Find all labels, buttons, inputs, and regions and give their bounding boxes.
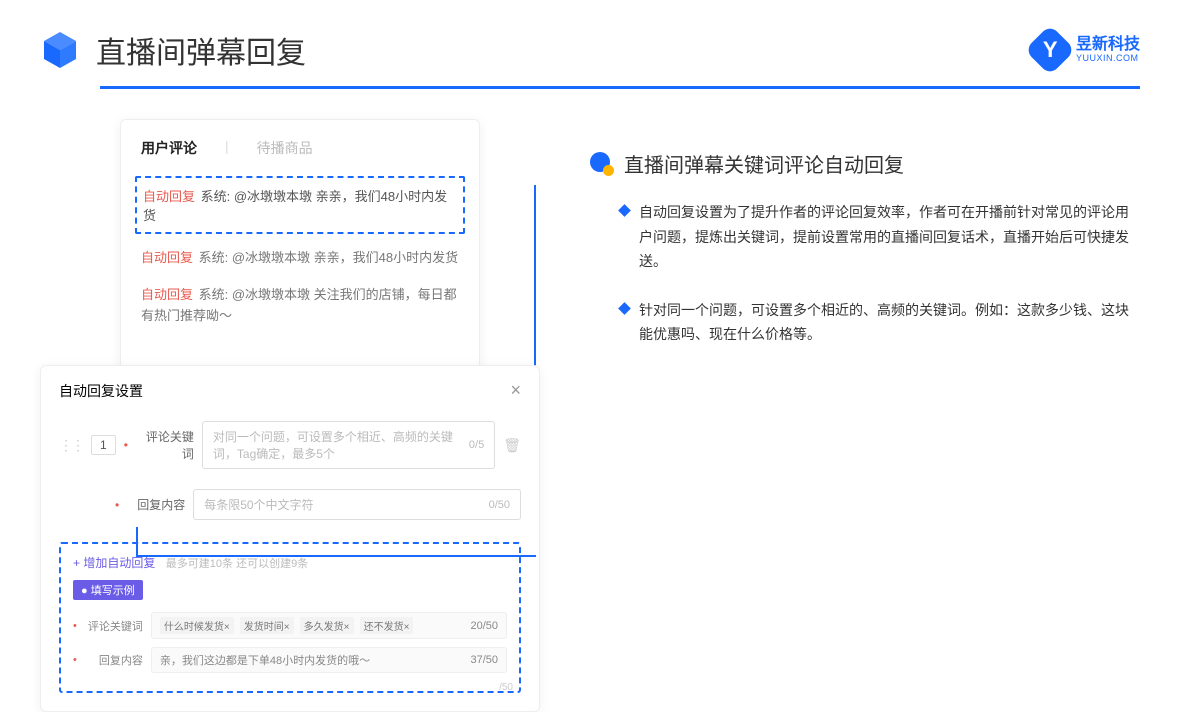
example-keyword-count: 20/50: [470, 620, 498, 632]
content-area: 用户评论 | 待播商品 自动回复 系统: @冰墩墩本墩 亲亲，我们48小时内发货…: [0, 89, 1180, 712]
content-placeholder: 每条限50个中文字符: [204, 496, 313, 513]
close-icon[interactable]: ×: [510, 380, 521, 401]
comment-row: 自动回复 系统: @冰墩墩本墩 亲亲，我们48小时内发货: [121, 240, 479, 277]
tag: 什么时候发货×: [160, 617, 234, 634]
keyword-row: ⋮⋮ 1 • 评论关键词 对同一个问题，可设置多个相近、高频的关键词，Tag确定…: [59, 411, 521, 479]
tab-user-comments[interactable]: 用户评论: [141, 138, 197, 158]
left-column: 用户评论 | 待播商品 自动回复 系统: @冰墩墩本墩 亲亲，我们48小时内发货…: [40, 119, 550, 712]
section-title-row: 直播间弹幕关键词评论自动回复: [590, 149, 1140, 178]
keyword-placeholder: 对同一个问题，可设置多个相近、高频的关键词，Tag确定，最多5个: [213, 428, 469, 462]
tag: 还不发货×: [360, 617, 414, 634]
example-badge: ● 填写示例: [73, 580, 143, 600]
required-icon: •: [115, 498, 119, 512]
required-icon: •: [124, 438, 128, 452]
highlighted-reply: 自动回复 系统: @冰墩墩本墩 亲亲，我们48小时内发货: [135, 176, 465, 234]
add-note: 最多可建10条 还可以创建9条: [166, 558, 308, 570]
settings-header: 自动回复设置 ×: [59, 380, 521, 411]
add-auto-reply-link[interactable]: + 增加自动回复: [73, 556, 155, 570]
auto-reply-label: 自动回复: [141, 250, 193, 265]
add-auto-reply-row: + 增加自动回复 最多可建10条 还可以创建9条: [73, 554, 507, 572]
cube-icon: [40, 30, 80, 70]
example-content-value: 亲，我们这边都是下单48小时内发货的哦～: [160, 652, 370, 668]
example-content-count: 37/50: [470, 654, 498, 666]
diamond-icon: [618, 204, 631, 217]
comment-panel: 用户评论 | 待播商品 自动回复 系统: @冰墩墩本墩 亲亲，我们48小时内发货…: [120, 119, 480, 375]
keyword-label: 评论关键词: [136, 428, 194, 462]
settings-title: 自动回复设置: [59, 381, 143, 401]
auto-reply-label: 自动回复: [143, 189, 195, 204]
example-content-input: 亲，我们这边都是下单48小时内发货的哦～ 37/50: [151, 647, 507, 673]
example-keyword-row: • 评论关键词 什么时候发货× 发货时间× 多久发货× 还不发货× 20/50: [73, 608, 507, 643]
bullet-item: 自动回复设置为了提升作者的评论回复效率，作者可在开播前针对常见的评论用户问题，提…: [590, 200, 1140, 274]
example-content-row: • 回复内容 亲，我们这边都是下单48小时内发货的哦～ 37/50: [73, 643, 507, 677]
header-left: 直播间弹幕回复: [40, 28, 306, 72]
content-count: 0/50: [489, 499, 510, 511]
logo-text: 昱新科技 YUUXIN.COM: [1076, 36, 1140, 63]
page-header: 直播间弹幕回复 Y 昱新科技 YUUXIN.COM: [0, 0, 1180, 72]
example-keyword-label: 评论关键词: [85, 618, 143, 634]
tab-separator: |: [225, 138, 229, 158]
right-column: 直播间弹幕关键词评论自动回复 自动回复设置为了提升作者的评论回复效率，作者可在开…: [590, 119, 1140, 712]
required-icon: •: [73, 654, 77, 666]
comment-text: 系统: @冰墩墩本墩 亲亲，我们48小时内发货: [199, 250, 459, 265]
comment-tabs: 用户评论 | 待播商品: [121, 138, 479, 170]
drag-handle-icon[interactable]: ⋮⋮: [59, 437, 83, 454]
diamond-icon: [618, 302, 631, 315]
example-section: + 增加自动回复 最多可建10条 还可以创建9条 ● 填写示例 • 评论关键词 …: [59, 542, 521, 693]
brand-logo: Y 昱新科技 YUUXIN.COM: [1032, 32, 1140, 68]
keyword-input[interactable]: 对同一个问题，可设置多个相近、高频的关键词，Tag确定，最多5个 0/5: [202, 421, 495, 469]
section-heading: 直播间弹幕关键词评论自动回复: [624, 149, 904, 178]
content-row: • 回复内容 每条限50个中文字符 0/50: [59, 479, 521, 530]
auto-reply-label: 自动回复: [141, 287, 193, 302]
footer-count: /50: [499, 682, 513, 693]
comment-row: 自动回复 系统: @冰墩墩本墩 关注我们的店铺，每日都有热门推荐呦～: [121, 277, 479, 335]
example-tags: 什么时候发货× 发货时间× 多久发货× 还不发货×: [160, 617, 417, 634]
example-content-label: 回复内容: [85, 652, 143, 668]
tab-pending-products[interactable]: 待播商品: [257, 138, 313, 158]
tag: 多久发货×: [300, 617, 354, 634]
content-label: 回复内容: [127, 496, 185, 513]
logo-icon: Y: [1025, 25, 1076, 76]
bullet-item: 针对同一个问题，可设置多个相近的、高频的关键词。例如：这款多少钱、这块能优惠吗、…: [590, 298, 1140, 347]
keyword-count: 0/5: [469, 439, 484, 451]
example-keyword-input: 什么时候发货× 发货时间× 多久发货× 还不发货× 20/50: [151, 612, 507, 639]
bullet-text: 针对同一个问题，可设置多个相近的、高频的关键词。例如：这款多少钱、这块能优惠吗、…: [639, 298, 1140, 347]
content-input[interactable]: 每条限50个中文字符 0/50: [193, 489, 521, 520]
required-icon: •: [73, 620, 77, 632]
tag: 发货时间×: [240, 617, 294, 634]
rule-number: 1: [91, 435, 116, 455]
dot-icon: [590, 152, 614, 176]
connector-line-2: [136, 527, 536, 557]
page-title: 直播间弹幕回复: [96, 28, 306, 72]
logo-cn: 昱新科技: [1076, 36, 1140, 54]
delete-icon[interactable]: 🗑: [503, 437, 521, 454]
bullet-text: 自动回复设置为了提升作者的评论回复效率，作者可在开播前针对常见的评论用户问题，提…: [639, 200, 1140, 274]
logo-en: YUUXIN.COM: [1076, 54, 1140, 64]
